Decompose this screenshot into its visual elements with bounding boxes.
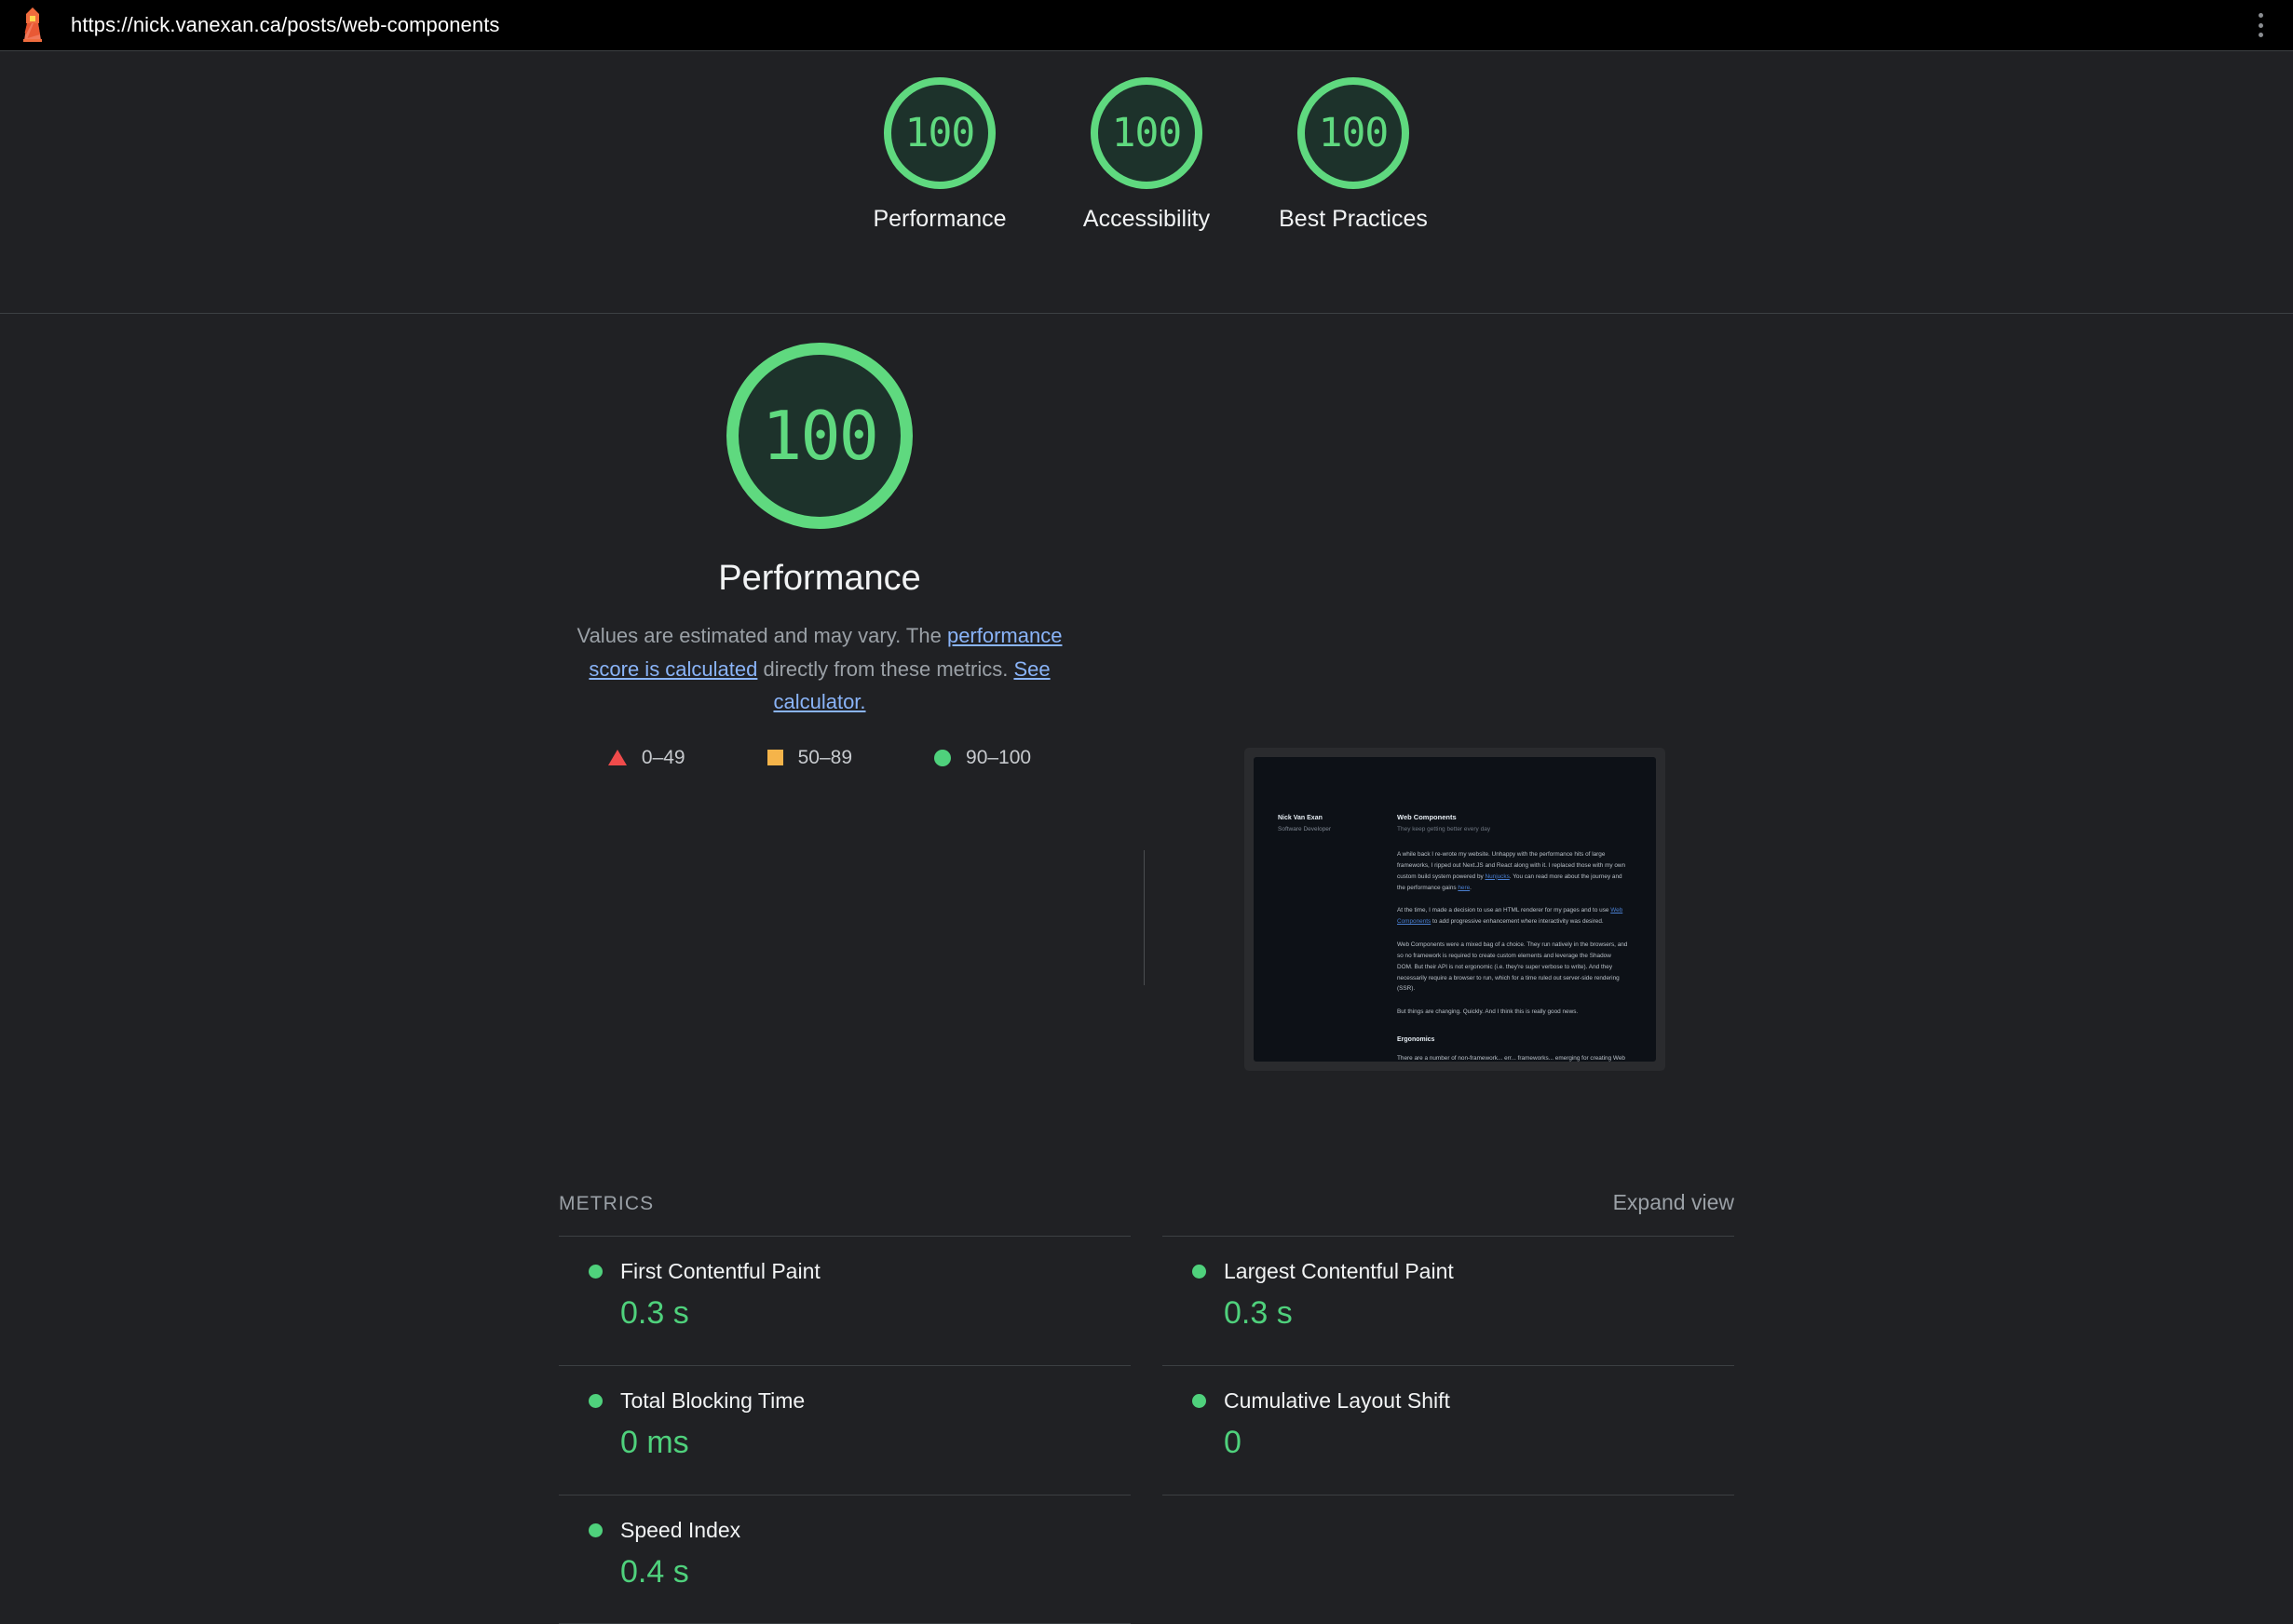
pass-circle-icon: [589, 1394, 603, 1408]
metric-label: Cumulative Layout Shift: [1224, 1388, 1450, 1413]
final-screenshot: Nick Van Exan Software Developer Web Com…: [1254, 757, 1656, 1062]
metric-label: Speed Index: [620, 1518, 741, 1542]
category-score-strip: 100 Performance 100 Accessibility 100 Be…: [0, 51, 2293, 314]
metrics-grid: First Contentful Paint 0.3 s Largest Con…: [559, 1236, 1734, 1624]
gauge-score: 100: [1111, 109, 1183, 156]
topbar: https://nick.vanexan.ca/posts/web-compon…: [0, 0, 2293, 51]
metric-item[interactable]: Cumulative Layout Shift 0: [1162, 1365, 1734, 1495]
category-gauge-best-practices[interactable]: 100 Best Practices: [1270, 77, 1436, 235]
thumbnail-author: Nick Van Exan: [1278, 815, 1323, 821]
thumbnail-text: At the time, I made a decision to use an…: [1397, 907, 1611, 914]
category-gauge-accessibility[interactable]: 100 Accessibility: [1064, 77, 1229, 235]
performance-description: Values are estimated and may vary. The p…: [550, 619, 1090, 719]
pass-circle-icon: [589, 1523, 603, 1537]
thumbnail-paragraph: But things are changing. Quickly. And I …: [1397, 1008, 1579, 1016]
gauge-score: 100: [904, 109, 976, 156]
page-url: https://nick.vanexan.ca/posts/web-compon…: [71, 13, 500, 36]
gauge-ring: 100: [884, 77, 996, 189]
metric-label: Largest Contentful Paint: [1224, 1259, 1454, 1283]
thumbnail-heading: Web Components: [1397, 813, 1457, 821]
thumbnail-link-nunjucks: Nunjucks: [1485, 873, 1510, 880]
thumbnail-text: .: [1470, 884, 1472, 891]
metric-item[interactable]: Largest Contentful Paint 0.3 s: [1162, 1236, 1734, 1365]
thumbnail-article: Web Components They keep getting better …: [1397, 813, 1628, 1062]
metrics-section: METRICS Expand view First Contentful Pai…: [559, 1190, 1734, 1624]
metric-item-empty: [1162, 1495, 1734, 1624]
pass-circle-icon: [934, 749, 952, 766]
gauge-label: Accessibility: [1082, 206, 1211, 232]
metric-label: Total Blocking Time: [620, 1388, 806, 1413]
desc-text-2: directly from these metrics.: [757, 656, 1014, 681]
category-gauge-performance[interactable]: 100 Performance: [857, 77, 1023, 235]
performance-hero: 100 Performance Values are estimated and…: [0, 315, 2293, 1071]
thumbnail-role: Software Developer: [1278, 826, 1332, 832]
metric-value: 0.3 s: [620, 1295, 689, 1331]
pass-circle-icon: [1192, 1265, 1206, 1279]
main-content: 100 Performance Values are estimated and…: [0, 315, 2293, 1624]
metrics-header: METRICS Expand view: [559, 1190, 1734, 1236]
expand-view-button[interactable]: Expand view: [1613, 1190, 1734, 1215]
gauge-label: Best Practices: [1279, 206, 1428, 232]
gauge-ring: 100: [1091, 77, 1202, 189]
thumbnail-subsection-heading: Ergonomics: [1397, 1036, 1435, 1044]
metric-item[interactable]: Total Blocking Time 0 ms: [559, 1365, 1131, 1495]
page-title: Performance: [718, 559, 921, 598]
performance-gauge-large: 100: [726, 343, 913, 529]
pass-circle-icon: [1192, 1394, 1206, 1408]
metrics-section-title: METRICS: [559, 1193, 655, 1214]
metric-value: 0: [1224, 1425, 1241, 1460]
legend-item-pass: 90–100: [934, 747, 1031, 769]
metric-item[interactable]: Speed Index 0.4 s: [559, 1495, 1131, 1624]
thumbnail-text: to add progressive enhancement where int…: [1431, 918, 1604, 926]
legend-label: 0–49: [641, 746, 685, 768]
thumbnail-paragraph: Web Components were a mixed bag of a cho…: [1397, 941, 1628, 993]
thumbnail-subheading: They keep getting better every day: [1397, 826, 1491, 832]
thumbnail-paragraph: At the time, I made a decision to use an…: [1397, 905, 1628, 927]
pass-circle-icon: [589, 1265, 603, 1279]
legend-item-fail: 0–49: [607, 746, 685, 769]
metric-label: First Contentful Paint: [620, 1259, 821, 1283]
metric-value: 0.4 s: [620, 1554, 689, 1590]
metric-value: 0.3 s: [1224, 1295, 1293, 1331]
lighthouse-logo-icon: [23, 7, 42, 42]
metric-item[interactable]: First Contentful Paint 0.3 s: [559, 1236, 1131, 1365]
thumbnail-paragraph: There are a number of non-framework... e…: [1397, 1055, 1625, 1062]
desc-text-1: Values are estimated and may vary. The: [577, 624, 947, 647]
thumbnail-link-here: here: [1458, 884, 1471, 891]
legend-label: 50–89: [797, 746, 853, 768]
performance-score: 100: [761, 397, 879, 475]
average-square-icon: [767, 750, 783, 766]
legend-item-average: 50–89: [767, 747, 852, 769]
gauge-score: 100: [1318, 109, 1390, 156]
gauge-ring: 100: [1297, 77, 1409, 189]
performance-summary: 100 Performance Values are estimated and…: [559, 343, 1080, 769]
thumbnail-paragraph: A while back I re-wrote my website. Unha…: [1397, 849, 1628, 893]
fail-triangle-icon: [607, 750, 627, 766]
score-legend: 0–49 50–89 90–100: [607, 746, 1031, 769]
gauge-label: Performance: [873, 206, 1007, 232]
metric-value: 0 ms: [620, 1425, 689, 1460]
vertical-divider: [1144, 850, 1145, 985]
thumbnail-sidebar: Nick Van Exan Software Developer: [1278, 813, 1371, 1062]
more-options-icon[interactable]: [2250, 9, 2271, 41]
legend-label: 90–100: [966, 746, 1032, 768]
final-screenshot-frame: Nick Van Exan Software Developer Web Com…: [1244, 748, 1665, 1071]
